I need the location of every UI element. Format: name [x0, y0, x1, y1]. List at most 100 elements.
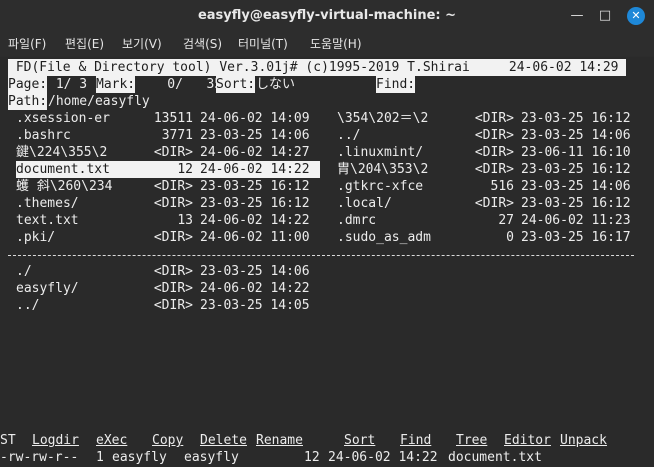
file-date: 24-06-02 14:27 [200, 145, 310, 160]
file-date: 24-06-02 14:22 [200, 162, 310, 177]
window-title: easyfly@easyfly-virtual-machine: ~ [197, 8, 457, 23]
file-size: 27 [498, 213, 514, 228]
maximize-button[interactable]: □ [596, 7, 614, 25]
file-size: <DIR> [153, 179, 193, 194]
file-date: 24-06-02 14:22 [200, 213, 310, 228]
separator-line [8, 255, 634, 256]
menu-edit[interactable]: 편집(E) [65, 32, 104, 56]
file-date: 24-06-02 14:09 [200, 111, 310, 126]
file-size: <DIR> [153, 196, 193, 211]
menu-view[interactable]: 보기(V) [122, 32, 162, 56]
file-size: <DIR> [474, 145, 514, 160]
file-size: 13511 [153, 111, 193, 126]
path-label: Path: [8, 93, 48, 110]
copy-key[interactable]: Copy [152, 432, 183, 449]
minimize-button[interactable]: — [568, 7, 586, 25]
menu-help[interactable]: 도움말(H) [310, 32, 362, 56]
file-date: 24-06-02 11:23 [521, 213, 631, 228]
tree-name: easyfly/ [16, 281, 79, 296]
page-label: Page: [8, 76, 48, 93]
file-size: <DIR> [474, 128, 514, 143]
status-size: 12 [304, 450, 320, 465]
file-date: 23-03-25 16:12 [521, 111, 631, 126]
find-label: Find: [376, 76, 416, 93]
file-name: .linuxmint/ [337, 145, 424, 160]
path-value: /home/easyfly [48, 94, 150, 109]
delete-key[interactable]: Delete [200, 432, 247, 449]
file-size: <DIR> [153, 145, 193, 160]
file-date: 23-03-25 16:12 [200, 196, 310, 211]
menu-file[interactable]: 파일(F) [8, 32, 46, 56]
file-size: 0 [506, 230, 514, 245]
page-value: 1/ 3 [48, 77, 95, 92]
file-size: 516 [490, 179, 514, 194]
file-name: ../ [337, 128, 361, 143]
file-date: 23-03-25 16:12 [521, 162, 631, 177]
tree-size: <DIR> [153, 281, 193, 296]
file-name: .dmrc [337, 213, 377, 228]
sort-value: しない [256, 77, 296, 92]
file-date: 23-03-25 14:06 [521, 128, 631, 143]
file-name: .pki/ [16, 230, 56, 245]
sort-key[interactable]: Sort [344, 432, 375, 449]
sort-label: Sort: [216, 76, 256, 93]
unpack-key[interactable]: Unpack [560, 432, 607, 449]
mark-label: Mark: [96, 76, 136, 93]
file-date: 23-03-25 14:06 [521, 179, 631, 194]
tree-date: 23-03-25 14:05 [200, 298, 310, 313]
tree-name: ../ [16, 298, 40, 313]
file-name: 鍵\224\355\2 [16, 145, 108, 160]
file-size: 13 [177, 213, 193, 228]
logdir-key[interactable]: Logdir [32, 432, 79, 449]
title-bar: easyfly@easyfly-virtual-machine: ~ — □ ✕ [0, 0, 654, 32]
tree-size: <DIR> [153, 298, 193, 313]
terminal-area[interactable]: FD(File & Directory tool) Ver.3.01j# (c)… [0, 57, 654, 467]
terminal-window: easyfly@easyfly-virtual-machine: ~ — □ ✕… [0, 0, 654, 467]
file-name: text.txt [16, 213, 79, 228]
file-date: 23-03-25 16:12 [200, 179, 310, 194]
file-name: 蠖 斜\260\234 [16, 179, 113, 194]
file-name: document.txt [16, 162, 110, 177]
status-filename: document.txt [448, 450, 542, 465]
tree-date: 23-03-25 14:06 [200, 264, 310, 279]
file-date: 23-03-25 14:06 [200, 128, 310, 143]
file-owner: easyfly [112, 450, 167, 465]
link-count: 1 [96, 450, 104, 465]
file-name: \354\202＝\2 [337, 111, 429, 126]
menu-bar: 파일(F) 편집(E) 보기(V) 검색(S) 터미널(T) 도움말(H) [0, 32, 654, 56]
tree-name: ./ [16, 264, 32, 279]
tree-size: <DIR> [153, 264, 193, 279]
mode-indicator: ST [0, 433, 16, 448]
file-size: <DIR> [153, 230, 193, 245]
file-group: easyfly [184, 450, 239, 465]
find-key[interactable]: Find [400, 432, 431, 449]
file-size: <DIR> [474, 196, 514, 211]
file-size: 12 [177, 162, 193, 177]
file-size: <DIR> [474, 162, 514, 177]
close-button[interactable]: ✕ [627, 7, 645, 25]
file-size: 3771 [161, 128, 193, 143]
file-date: 24-06-02 11:00 [200, 230, 310, 245]
editor-key[interactable]: Editor [504, 432, 551, 449]
file-name: .bashrc [16, 128, 71, 143]
exec-key[interactable]: eXec [96, 432, 127, 449]
tree-date: 24-06-02 14:22 [200, 281, 310, 296]
file-date: 23-03-25 16:12 [521, 196, 631, 211]
menu-search[interactable]: 검색(S) [183, 32, 222, 56]
menu-terminal[interactable]: 터미널(T) [238, 32, 288, 56]
file-permissions: -rw-rw-r-- [0, 450, 79, 465]
file-name: .local/ [337, 196, 392, 211]
file-name: .sudo_as_adm [337, 230, 431, 245]
file-name: .gtkrc-xfce [337, 179, 424, 194]
tree-key[interactable]: Tree [456, 432, 487, 449]
status-date: 24-06-02 14:22 [328, 450, 438, 465]
file-name: 胄\204\353\2 [337, 162, 429, 177]
file-name: .xsession-er [16, 111, 110, 126]
file-row-selected[interactable]: document.txt 12 24-06-02 14:22 [16, 161, 320, 178]
file-name: .themes/ [16, 196, 79, 211]
file-size: <DIR> [474, 111, 514, 126]
fd-banner: FD(File & Directory tool) Ver.3.01j# (c)… [8, 59, 627, 76]
file-date: 23-06-11 16:10 [521, 145, 631, 160]
rename-key[interactable]: Rename [256, 432, 303, 449]
file-date: 23-03-25 16:17 [521, 230, 631, 245]
